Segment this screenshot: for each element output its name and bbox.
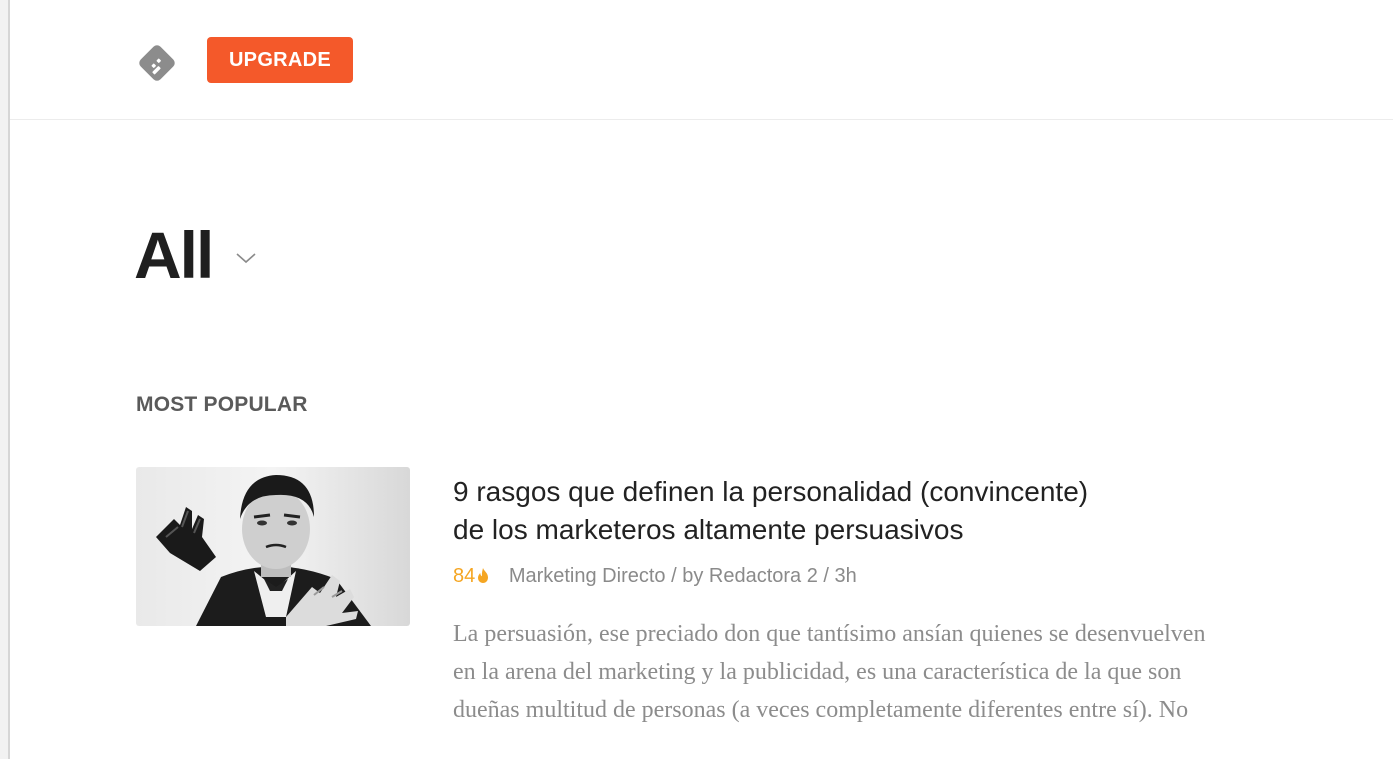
article-title-line: 9 rasgos que definen la personalidad (co… [453, 476, 1089, 507]
article-meta: 84 Marketing Directo / by Redactora 2 / … [453, 565, 857, 588]
top-bar: UPGRADE [10, 0, 1393, 120]
left-rail [0, 0, 10, 759]
section-label: MOST POPULAR [136, 393, 308, 416]
article-thumbnail[interactable] [136, 467, 410, 626]
article-title[interactable]: 9 rasgos que definen la personalidad (co… [453, 473, 1253, 549]
summary-line: en la arena del marketing y la publicida… [453, 659, 1182, 685]
popularity-score: 84 [453, 565, 489, 587]
page-title: All [134, 218, 214, 292]
summary-line: La persuasión, ese preciado don que tant… [453, 621, 1206, 647]
popularity-count: 84 [453, 565, 476, 587]
summary-line: dueñas multitud de personas (a veces com… [453, 697, 1189, 723]
article-summary: La persuasión, ese preciado don que tant… [453, 615, 1393, 729]
feedly-logo-icon[interactable] [134, 40, 180, 86]
chevron-down-icon[interactable] [234, 250, 258, 266]
upgrade-button[interactable]: UPGRADE [207, 37, 353, 83]
article-source[interactable]: Marketing Directo / by Redactora 2 / 3h [509, 565, 857, 587]
page-heading: All [134, 215, 258, 295]
article-thumbnail-image [136, 467, 410, 626]
article-card[interactable]: 9 rasgos que definen la personalidad (co… [136, 467, 1393, 737]
article-title-line: de los marketeros altamente persuasivos [453, 514, 964, 545]
flame-icon [478, 568, 489, 583]
